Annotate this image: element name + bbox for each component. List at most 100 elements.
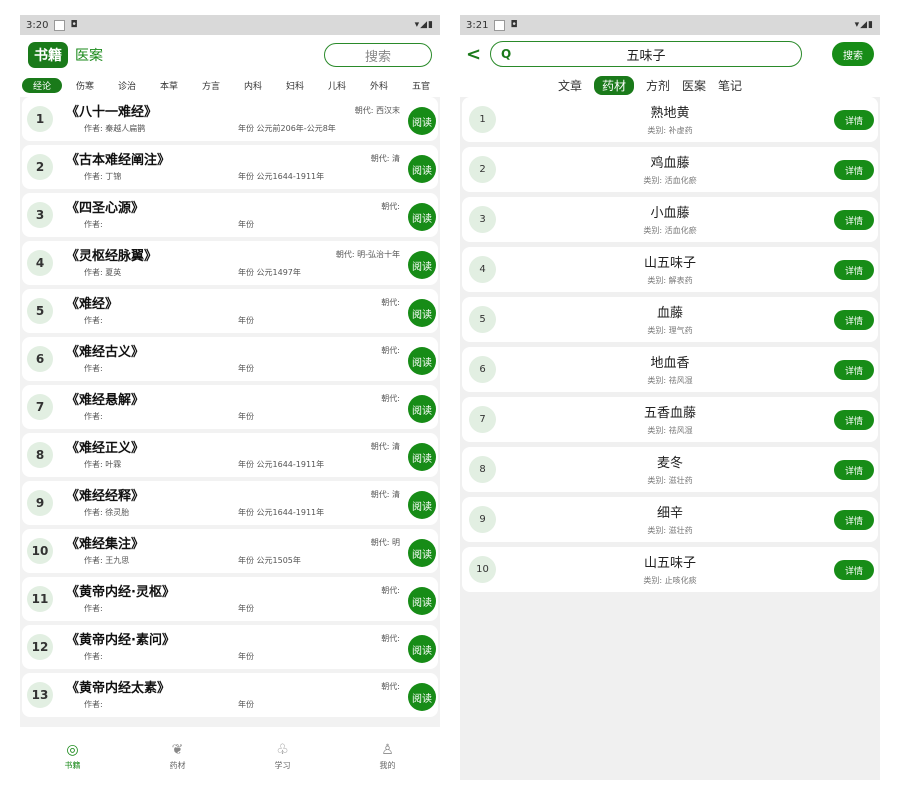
detail-button[interactable]: 详情 bbox=[834, 260, 874, 280]
result-tab[interactable]: 方剂 bbox=[646, 77, 670, 94]
read-button[interactable]: 阅读 bbox=[408, 299, 436, 327]
book-list[interactable]: 1 《八十一难经》 作者: 秦越人扁鹊 年份 公元前206年-公元8年 朝代: 西汉末阅… bbox=[20, 97, 440, 727]
search-button[interactable]: 搜索 bbox=[832, 42, 874, 66]
book-row[interactable]: 5 《难经》 作者: 年份 朝代: 阅读 bbox=[22, 289, 438, 333]
detail-button[interactable]: 详情 bbox=[834, 410, 874, 430]
book-row[interactable]: 11 《黄帝内经·灵枢》 作者: 年份 朝代: 阅读 bbox=[22, 577, 438, 621]
book-year: 年份 公元1644-1911年 bbox=[238, 172, 325, 181]
read-button[interactable]: 阅读 bbox=[408, 539, 436, 567]
herb-row[interactable]: 3 小血藤 类别: 活血化瘀 详情 bbox=[462, 197, 878, 242]
book-author: 作者: bbox=[84, 412, 103, 421]
book-title[interactable]: 《黄帝内经·素问》 bbox=[66, 629, 175, 648]
search-input[interactable]: Q 五味子 bbox=[490, 41, 802, 67]
category-tab[interactable]: 诊治 bbox=[106, 79, 148, 92]
detail-button[interactable]: 详情 bbox=[834, 460, 874, 480]
back-arrow-icon[interactable]: < bbox=[466, 44, 490, 65]
book-row[interactable]: 3 《四圣心源》 作者: 年份 朝代: 阅读 bbox=[22, 193, 438, 237]
herb-row[interactable]: 7 五香血藤 类别: 祛风湿 详情 bbox=[462, 397, 878, 442]
nav-label: 我的 bbox=[379, 761, 396, 770]
read-button[interactable]: 阅读 bbox=[408, 683, 436, 711]
book-title[interactable]: 《四圣心源》 bbox=[66, 197, 144, 216]
category-tab[interactable]: 五官 bbox=[400, 79, 440, 92]
nav-item[interactable]: ❦ 药材 bbox=[125, 733, 230, 780]
herb-row[interactable]: 1 熟地黄 类别: 补虚药 详情 bbox=[462, 97, 878, 142]
detail-button[interactable]: 详情 bbox=[834, 510, 874, 530]
search-input[interactable]: 搜索 bbox=[324, 43, 432, 67]
category-tab[interactable]: 儿科 bbox=[316, 79, 358, 92]
category-tab[interactable]: 本草 bbox=[148, 79, 190, 92]
detail-button[interactable]: 详情 bbox=[834, 110, 874, 130]
herb-row[interactable]: 9 细辛 类别: 滋壮药 详情 bbox=[462, 497, 878, 542]
read-button[interactable]: 阅读 bbox=[408, 395, 436, 423]
result-tab[interactable]: 文章 bbox=[558, 77, 582, 94]
read-button[interactable]: 阅读 bbox=[408, 155, 436, 183]
book-title[interactable]: 《难经》 bbox=[66, 293, 118, 312]
herb-row[interactable]: 8 麦冬 类别: 滋壮药 详情 bbox=[462, 447, 878, 492]
herb-row[interactable]: 10 山五味子 类别: 止咳化痰 详情 bbox=[462, 547, 878, 592]
nav-item[interactable]: ◎ 书籍 bbox=[20, 733, 125, 780]
read-button[interactable]: 阅读 bbox=[408, 347, 436, 375]
category-tab[interactable]: 经论 bbox=[22, 77, 62, 93]
status-bar: 3:21 ◘ ▾◢▮ bbox=[460, 15, 880, 35]
detail-button[interactable]: 详情 bbox=[834, 360, 874, 380]
book-year: 年份 bbox=[238, 652, 254, 661]
detail-button[interactable]: 详情 bbox=[834, 160, 874, 180]
detail-button[interactable]: 详情 bbox=[834, 310, 874, 330]
herb-name: 山五味子 bbox=[643, 556, 696, 571]
book-row[interactable]: 6 《难经古义》 作者: 年份 朝代: 阅读 bbox=[22, 337, 438, 381]
bottom-nav: ◎ 书籍 ❦ 药材 ♧ 学习 ♙ 我的 bbox=[20, 733, 440, 780]
book-title[interactable]: 《黄帝内经太素》 bbox=[66, 677, 170, 696]
search-query: 五味子 bbox=[626, 48, 666, 64]
book-row[interactable]: 1 《八十一难经》 作者: 秦越人扁鹊 年份 公元前206年-公元8年 朝代: 西汉末阅… bbox=[22, 97, 438, 141]
book-row[interactable]: 12 《黄帝内经·素问》 作者: 年份 朝代: 阅读 bbox=[22, 625, 438, 669]
read-button[interactable]: 阅读 bbox=[408, 203, 436, 231]
read-button[interactable]: 阅读 bbox=[408, 587, 436, 615]
read-button[interactable]: 阅读 bbox=[408, 251, 436, 279]
book-year: 年份 bbox=[238, 412, 254, 421]
book-title[interactable]: 《难经经释》 bbox=[66, 485, 144, 504]
herb-row[interactable]: 5 血藤 类别: 理气药 详情 bbox=[462, 297, 878, 342]
read-button[interactable]: 阅读 bbox=[408, 107, 436, 135]
detail-button[interactable]: 详情 bbox=[834, 560, 874, 580]
detail-button[interactable]: 详情 bbox=[834, 210, 874, 230]
book-row[interactable]: 9 《难经经释》 作者: 徐灵胎 年份 公元1644-1911年 朝代: 清阅读 bbox=[22, 481, 438, 525]
book-title[interactable]: 《难经正义》 bbox=[66, 437, 144, 456]
book-row[interactable]: 4 《灵枢经脉翼》 作者: 夏英 年份 公元1497年 朝代: 明-弘治十年 阅读 bbox=[22, 241, 438, 285]
category-tab[interactable]: 伤寒 bbox=[64, 79, 106, 92]
read-button[interactable]: 阅读 bbox=[408, 491, 436, 519]
nav-item[interactable]: ♙ 我的 bbox=[335, 733, 440, 780]
tab-books[interactable]: 书籍 bbox=[28, 42, 68, 68]
read-button[interactable]: 阅读 bbox=[408, 443, 436, 471]
category-tab[interactable]: 妇科 bbox=[274, 79, 316, 92]
category-tab[interactable]: 外科 bbox=[358, 79, 400, 92]
book-row[interactable]: 8 《难经正义》 作者: 叶霖 年份 公元1644-1911年 朝代: 清阅读 bbox=[22, 433, 438, 477]
result-tab[interactable]: 笔记 bbox=[718, 77, 742, 94]
book-title[interactable]: 《古本难经阐注》 bbox=[66, 149, 170, 168]
book-title[interactable]: 《灵枢经脉翼》 bbox=[66, 245, 157, 264]
herb-row[interactable]: 2 鸡血藤 类别: 活血化瘀 详情 bbox=[462, 147, 878, 192]
nav-item[interactable]: ♧ 学习 bbox=[230, 733, 335, 780]
book-title[interactable]: 《难经古义》 bbox=[66, 341, 144, 360]
book-title[interactable]: 《黄帝内经·灵枢》 bbox=[66, 581, 175, 600]
books-header: 书籍 医案 搜索 bbox=[20, 35, 440, 75]
category-tab[interactable]: 内科 bbox=[232, 79, 274, 92]
book-row[interactable]: 13 《黄帝内经太素》 作者: 年份 朝代: 阅读 bbox=[22, 673, 438, 717]
book-row[interactable]: 7 《难经悬解》 作者: 年份 朝代: 阅读 bbox=[22, 385, 438, 429]
category-tab[interactable]: 方言 bbox=[190, 79, 232, 92]
row-number: 3 bbox=[27, 202, 53, 228]
herb-row[interactable]: 4 山五味子 类别: 解表药 详情 bbox=[462, 247, 878, 292]
book-year: 年份 公元1644-1911年 bbox=[238, 460, 325, 469]
book-row[interactable]: 2 《古本难经阐注》 作者: 丁锦 年份 公元1644-1911年 朝代: 清阅读 bbox=[22, 145, 438, 189]
row-number: 1 bbox=[469, 106, 496, 133]
result-tab[interactable]: 医案 bbox=[682, 77, 706, 94]
book-author: 作者: bbox=[84, 604, 103, 613]
tab-cases[interactable]: 医案 bbox=[75, 45, 103, 65]
row-number: 5 bbox=[469, 306, 496, 333]
book-title[interactable]: 《难经悬解》 bbox=[66, 389, 144, 408]
read-button[interactable]: 阅读 bbox=[408, 635, 436, 663]
book-title[interactable]: 《难经集注》 bbox=[66, 533, 144, 552]
book-row[interactable]: 10 《难经集注》 作者: 王九思 年份 公元1505年 朝代: 明阅读 bbox=[22, 529, 438, 573]
herb-row[interactable]: 6 地血香 类别: 祛风湿 详情 bbox=[462, 347, 878, 392]
book-title[interactable]: 《八十一难经》 bbox=[66, 101, 157, 120]
result-tab[interactable]: 药材 bbox=[593, 75, 634, 95]
